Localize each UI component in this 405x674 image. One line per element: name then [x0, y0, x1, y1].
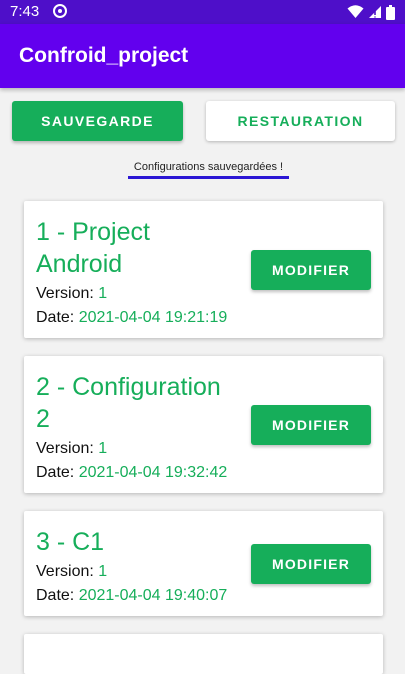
configuration-date: Date: 2021-04-04 19:21:19 [36, 309, 227, 327]
date-label: Date: [36, 309, 79, 326]
version-value: 1 [98, 285, 108, 302]
configuration-version: Version: 1 [36, 563, 107, 581]
version-value: 1 [98, 440, 108, 457]
version-label: Version: [36, 440, 99, 457]
configuration-version: Version: 1 [36, 285, 107, 303]
version-value: 1 [98, 563, 108, 580]
configuration-version: Version: 1 [36, 440, 107, 458]
date-value: 2021-04-04 19:21:19 [78, 309, 228, 326]
app-bar: Confroid_project [0, 24, 405, 88]
configuration-date: Date: 2021-04-04 19:32:42 [36, 464, 227, 482]
modify-button[interactable]: MODIFIER [251, 544, 371, 584]
configuration-card-partial [24, 634, 383, 674]
version-label: Version: [36, 563, 99, 580]
configuration-card: 2 - Configuration 2 Version: 1 Date: 202… [24, 356, 383, 493]
configuration-date: Date: 2021-04-04 19:40:07 [36, 587, 227, 605]
wifi-icon [347, 5, 364, 18]
configuration-card: 3 - C1 Version: 1 Date: 2021-04-04 19:40… [24, 511, 383, 616]
status-bar: 7:43 [0, 0, 405, 24]
status-time: 7:43 [10, 3, 40, 20]
status-icons [347, 3, 395, 21]
version-label: Version: [36, 285, 99, 302]
configuration-name: 2 - Configuration 2 [36, 373, 221, 433]
modify-button[interactable]: MODIFIER [251, 405, 371, 445]
notification-ring-icon [53, 4, 67, 18]
modify-button[interactable]: MODIFIER [251, 250, 371, 290]
date-value: 2021-04-04 19:40:07 [78, 587, 228, 604]
configuration-name: 1 - Project Android [36, 218, 150, 278]
configuration-name: 3 - C1 [36, 528, 105, 556]
status-message: Configurations sauvegardées ! [133, 161, 284, 173]
status-underline [128, 176, 289, 179]
date-label: Date: [36, 587, 79, 604]
date-label: Date: [36, 464, 79, 481]
save-button[interactable]: SAUVEGARDE [12, 101, 183, 141]
app-title: Confroid_project [19, 44, 189, 67]
configuration-card: 1 - Project Android Version: 1 Date: 202… [24, 201, 383, 338]
date-value: 2021-04-04 19:32:42 [78, 464, 228, 481]
restore-button[interactable]: RESTAURATION [206, 101, 395, 141]
signal-icon [369, 6, 381, 18]
battery-icon [386, 4, 395, 20]
